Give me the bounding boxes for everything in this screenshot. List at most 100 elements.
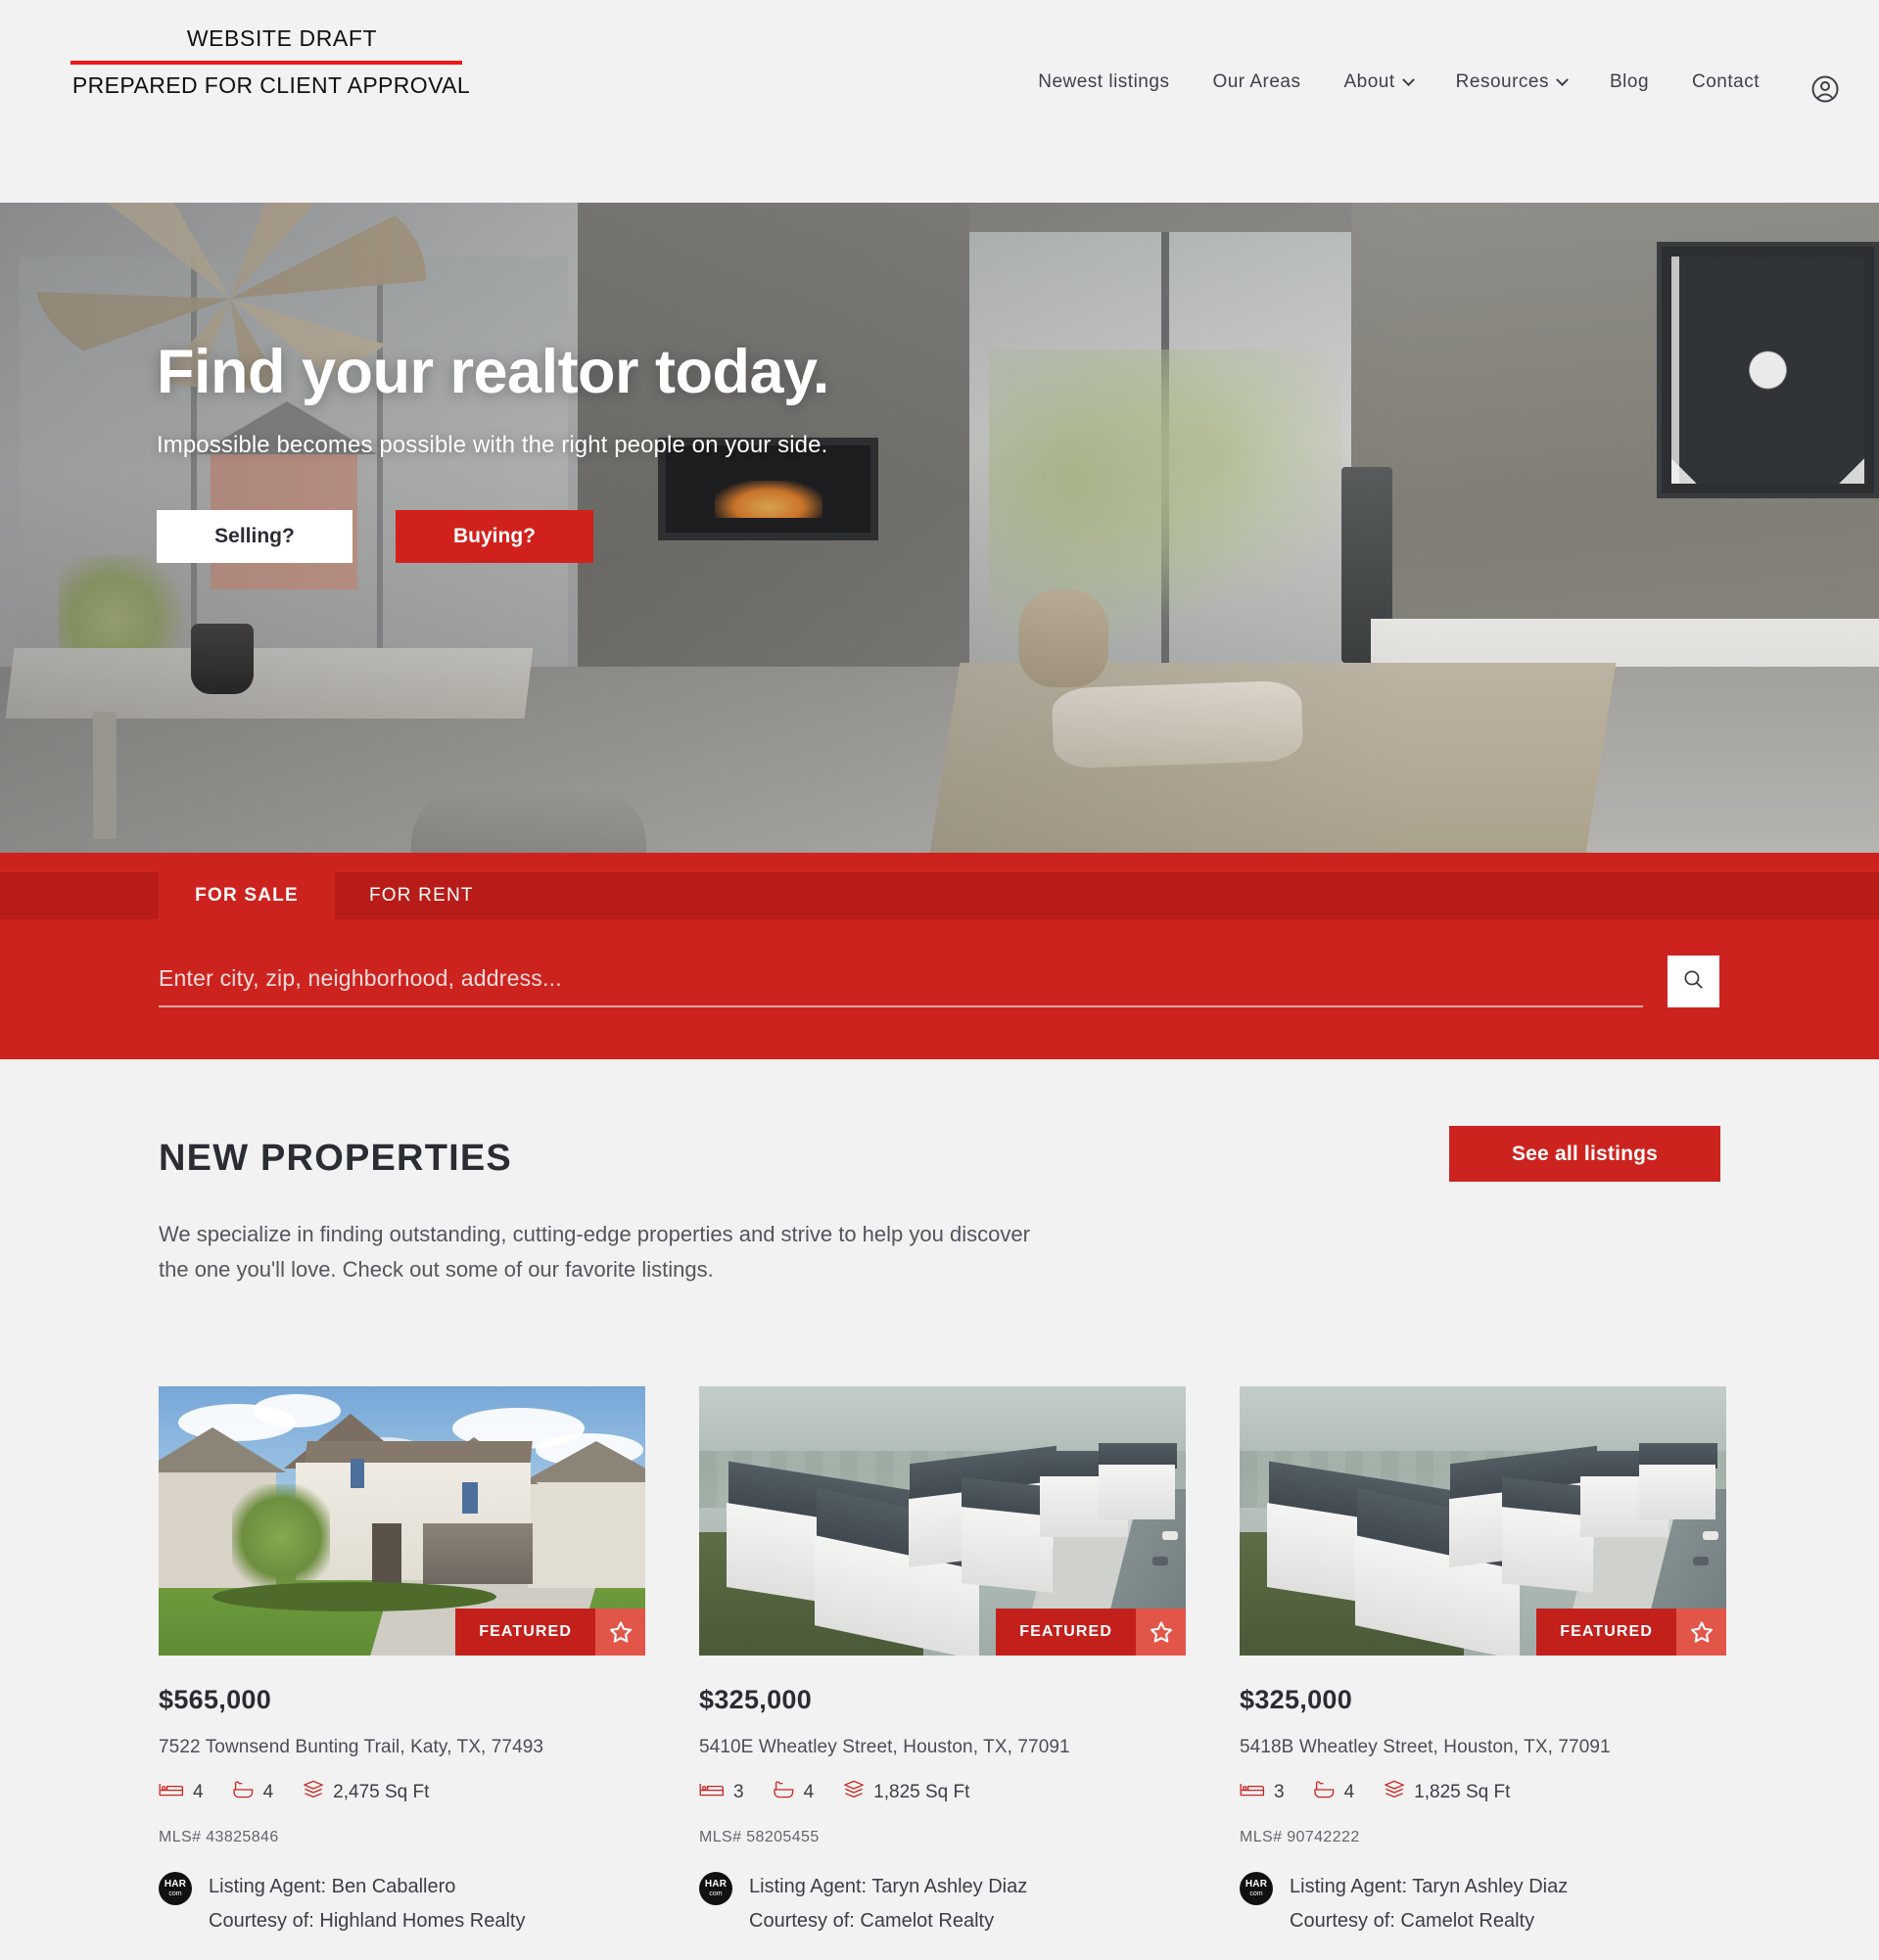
tab-for-sale[interactable]: FOR SALE (159, 872, 335, 919)
beds-spec: 4 (159, 1782, 204, 1803)
bed-icon (699, 1782, 725, 1803)
featured-badge: FEATURED (455, 1609, 595, 1657)
area-layers-icon (303, 1780, 324, 1805)
nav-item-resources[interactable]: Resources (1434, 71, 1588, 93)
nav-item-newest-listings[interactable]: Newest listings (1016, 71, 1191, 93)
listing-specs: 3 4 1,825 Sq Ft (1240, 1780, 1726, 1805)
baths-spec: 4 (232, 1781, 274, 1804)
agent-lines: Listing Agent: Taryn Ashley Diaz Courtes… (749, 1870, 1027, 1937)
beds-value: 4 (193, 1782, 204, 1803)
area-layers-icon (843, 1780, 865, 1805)
har-badge-bottom: com (709, 1890, 723, 1897)
har-badge-top: HAR (1245, 1878, 1268, 1890)
area-layers-icon (1384, 1780, 1405, 1805)
bath-icon (773, 1781, 795, 1804)
beds-spec: 3 (699, 1782, 744, 1803)
listing-card[interactable]: FEATURED $325,000 5410E Wheatley Street,… (699, 1386, 1186, 1937)
hero-cta-group: Selling? Buying? (157, 510, 829, 564)
bath-icon (1313, 1781, 1336, 1804)
nav-label: Contact (1692, 71, 1760, 92)
listing-courtesy: Courtesy of: Camelot Realty (1290, 1909, 1535, 1932)
nav-label: About (1343, 71, 1395, 92)
agent-lines: Listing Agent: Ben Caballero Courtesy of… (209, 1870, 525, 1937)
sqft-value: 2,475 Sq Ft (333, 1782, 430, 1803)
main-navigation: Newest listings Our Areas About Resource… (1016, 71, 1781, 93)
tab-gutter (0, 872, 159, 919)
user-circle-icon[interactable] (1810, 74, 1840, 104)
chevron-down-icon (1556, 72, 1569, 86)
magnifier-icon (1681, 967, 1706, 997)
listing-card[interactable]: FEATURED $565,000 7522 Townsend Bunting … (159, 1386, 645, 1937)
search-submit-button[interactable] (1668, 956, 1719, 1007)
baths-value: 4 (803, 1782, 815, 1803)
hero-title: Find your realtor today. (157, 338, 829, 406)
search-input-wrapper (159, 965, 1643, 1007)
sqft-value: 1,825 Sq Ft (873, 1782, 970, 1803)
nav-item-our-areas[interactable]: Our Areas (1191, 71, 1322, 93)
listing-price: $325,000 (1240, 1685, 1353, 1715)
listing-agent-block: HAR com Listing Agent: Taryn Ashley Diaz… (1240, 1870, 1726, 1937)
sqft-spec: 1,825 Sq Ft (1384, 1780, 1510, 1805)
listing-card[interactable]: FEATURED $325,000 5418B Wheatley Street,… (1240, 1386, 1726, 1937)
listing-address: 5418B Wheatley Street, Houston, TX, 7709… (1240, 1737, 1611, 1758)
baths-value: 4 (1343, 1782, 1355, 1803)
search-row (159, 956, 1719, 1007)
tab-for-rent[interactable]: FOR RENT (335, 872, 1879, 919)
beds-spec: 3 (1240, 1782, 1285, 1803)
buying-button[interactable]: Buying? (396, 510, 593, 564)
property-search-band: FOR SALE FOR RENT (0, 853, 1879, 1059)
baths-value: 4 (262, 1782, 274, 1803)
site-header: WEBSITE DRAFT PREPARED FOR CLIENT APPROV… (0, 0, 1879, 203)
listing-mls: MLS# 58205455 (699, 1829, 820, 1846)
favorite-star-button[interactable] (1136, 1609, 1186, 1657)
featured-overlay: FEATURED (455, 1609, 645, 1657)
beds-value: 3 (733, 1782, 744, 1803)
search-tabs: FOR SALE FOR RENT (0, 872, 1879, 919)
site-logo[interactable]: WEBSITE DRAFT PREPARED FOR CLIENT APPROV… (70, 25, 472, 99)
listing-specs: 3 4 1,825 Sq Ft (699, 1780, 1186, 1805)
listing-photo[interactable]: FEATURED (159, 1386, 645, 1657)
beds-value: 3 (1274, 1782, 1285, 1803)
featured-overlay: FEATURED (996, 1609, 1186, 1657)
page-root: WEBSITE DRAFT PREPARED FOR CLIENT APPROV… (0, 0, 1879, 1938)
featured-badge: FEATURED (996, 1609, 1136, 1657)
bed-icon (159, 1782, 184, 1803)
listing-address: 7522 Townsend Bunting Trail, Katy, TX, 7… (159, 1737, 544, 1758)
nav-item-about[interactable]: About (1323, 71, 1434, 93)
nav-item-blog[interactable]: Blog (1588, 71, 1670, 93)
featured-badge: FEATURED (1536, 1609, 1676, 1657)
new-properties-section: NEW PROPERTIES We specialize in finding … (0, 1059, 1879, 1938)
hero-content: Find your realtor today. Impossible beco… (157, 338, 829, 564)
listing-cards: FEATURED $565,000 7522 Townsend Bunting … (0, 1386, 1879, 1937)
listing-address: 5410E Wheatley Street, Houston, TX, 7709… (699, 1737, 1070, 1758)
search-input[interactable] (159, 965, 1643, 992)
har-badge-bottom: com (168, 1890, 182, 1897)
listing-price: $565,000 (159, 1685, 272, 1715)
selling-button[interactable]: Selling? (157, 510, 352, 564)
har-logo-icon: HAR com (159, 1872, 192, 1906)
baths-spec: 4 (773, 1781, 815, 1804)
sqft-spec: 2,475 Sq Ft (303, 1780, 429, 1805)
baths-spec: 4 (1313, 1781, 1355, 1804)
nav-item-contact[interactable]: Contact (1670, 71, 1781, 93)
har-logo-icon: HAR com (699, 1872, 732, 1906)
agent-lines: Listing Agent: Taryn Ashley Diaz Courtes… (1290, 1870, 1568, 1937)
listing-photo[interactable]: FEATURED (699, 1386, 1186, 1657)
listing-agent-block: HAR com Listing Agent: Taryn Ashley Diaz… (699, 1870, 1186, 1937)
favorite-star-button[interactable] (1676, 1609, 1726, 1657)
listing-agent-block: HAR com Listing Agent: Ben Caballero Cou… (159, 1870, 645, 1937)
listing-agent-name: Listing Agent: Taryn Ashley Diaz (1290, 1876, 1569, 1898)
hero-banner: Find your realtor today. Impossible beco… (0, 203, 1879, 853)
sqft-value: 1,825 Sq Ft (1414, 1782, 1511, 1803)
favorite-star-button[interactable] (595, 1609, 645, 1657)
nav-label: Resources (1455, 71, 1549, 92)
new-properties-header: NEW PROPERTIES We specialize in finding … (0, 1126, 1879, 1286)
listing-photo[interactable]: FEATURED (1240, 1386, 1726, 1657)
sqft-spec: 1,825 Sq Ft (843, 1780, 969, 1805)
see-all-listings-button[interactable]: See all listings (1449, 1126, 1720, 1182)
featured-overlay: FEATURED (1536, 1609, 1726, 1657)
logo-red-rule (70, 61, 462, 65)
nav-label: Our Areas (1212, 71, 1301, 92)
listing-agent-name: Listing Agent: Taryn Ashley Diaz (749, 1876, 1028, 1898)
logo-line-2: PREPARED FOR CLIENT APPROVAL (71, 72, 471, 98)
